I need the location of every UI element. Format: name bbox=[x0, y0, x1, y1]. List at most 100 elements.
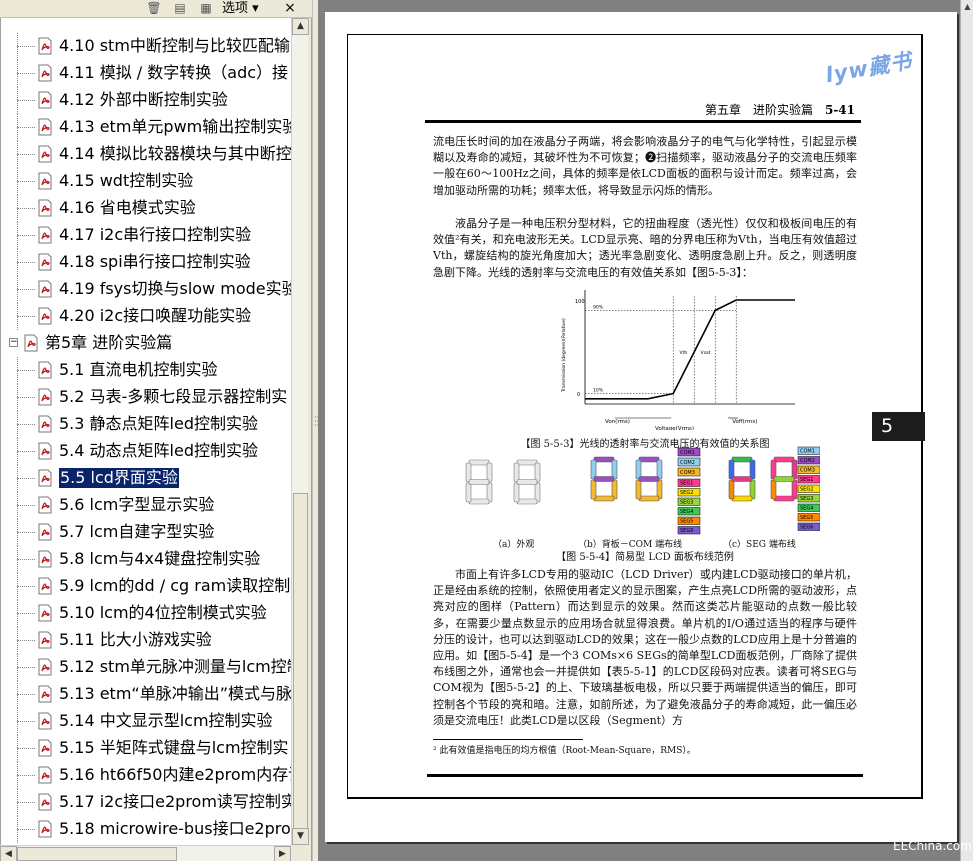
pdf-page-icon bbox=[38, 361, 52, 379]
bookmark-label: 5.8 lcm与4x4键盘控制实验 bbox=[59, 549, 261, 568]
bookmark-item[interactable]: 5.6 lcm字型显示实验 bbox=[1, 492, 291, 519]
bookmark-item[interactable]: 4.20 i2c接口唤醒功能实验 bbox=[1, 303, 291, 330]
bookmark-item[interactable]: 4.16 省电模式实验 bbox=[1, 195, 291, 222]
doc-scroll-up-button[interactable]: ▲ bbox=[961, 0, 973, 14]
bookmark-item[interactable]: 4.14 模拟比较器模块与其中断控 bbox=[1, 141, 291, 168]
bookmark-item[interactable]: 5.17 i2c接口e2prom读写控制实 bbox=[1, 789, 291, 816]
bookmark-properties-icon[interactable]: ▦ bbox=[198, 1, 214, 16]
bookmark-item[interactable]: 5.16 ht66f50内建e2prom内存读 bbox=[1, 762, 291, 789]
close-pane-button[interactable]: × bbox=[283, 0, 297, 17]
bookmark-label: 5.15 半矩阵式键盘与lcm控制实 bbox=[59, 738, 289, 757]
bookmark-label: 5.5 lcd界面实验 bbox=[59, 468, 179, 488]
bookmark-expand-icon[interactable]: ▤ bbox=[172, 1, 188, 16]
bookmark-vertical-scrollbar[interactable]: ▲ ▼ bbox=[291, 18, 309, 845]
bookmark-item[interactable]: 4.10 stm中断控制与比较匹配输 bbox=[1, 33, 291, 60]
tree-connector bbox=[17, 748, 35, 749]
splitter-grip-icon: ·· ·· ·· bbox=[314, 413, 320, 430]
y-axis-label: Transmission (degrees)(Relative) bbox=[561, 318, 567, 393]
pdf-page-icon bbox=[38, 496, 52, 514]
bookmark-chapter[interactable]: − 第5章 进阶实验篇 bbox=[1, 330, 291, 357]
pdf-page-icon bbox=[38, 712, 52, 730]
bookmark-label: 4.20 i2c接口唤醒功能实验 bbox=[59, 306, 252, 325]
pdf-page: lyw藏书 第五章 进阶实验篇 5-41 流电压长时间的加在液晶分子两端，将会影响… bbox=[325, 12, 957, 842]
bookmark-label: 5.17 i2c接口e2prom读写控制实 bbox=[59, 792, 291, 811]
com-segment bbox=[593, 456, 615, 463]
pane-splitter[interactable]: ·· ·· ·· bbox=[312, 0, 319, 861]
bookmark-label: 5.10 lcm的4位控制模式实验 bbox=[59, 603, 267, 622]
pdf-page-icon bbox=[38, 631, 52, 649]
bookmark-item[interactable]: 4.15 wdt控制实验 bbox=[1, 168, 291, 195]
seg-segment bbox=[728, 479, 735, 500]
segc-label: SEG1 bbox=[800, 477, 813, 483]
bookmark-item[interactable]: 5.5 lcd界面实验 bbox=[1, 465, 291, 492]
lcd-wiring-figure: COM1 COM2 COM3 SEG1 SEG2 SEG3 SEG4 SEG5 SEG6 COM… bbox=[465, 446, 820, 535]
pdf-page-icon bbox=[38, 577, 52, 595]
options-menu-button[interactable]: 选项 ▾ bbox=[222, 0, 259, 17]
com-segment bbox=[638, 495, 660, 502]
collapse-toggle-icon[interactable]: − bbox=[9, 338, 18, 347]
scroll-thumb[interactable] bbox=[293, 493, 308, 833]
lcd-segment bbox=[516, 498, 538, 505]
seg-segment bbox=[773, 476, 795, 482]
bookmark-item[interactable]: 5.1 直流电机控制实验 bbox=[1, 357, 291, 384]
seg-label: SEG1 bbox=[680, 481, 693, 487]
tree-connector bbox=[17, 505, 35, 506]
com-label: COM2 bbox=[680, 460, 695, 466]
seg-label: SEG2 bbox=[680, 490, 693, 496]
annotation-vth: Vth bbox=[680, 350, 688, 356]
bookmark-item[interactable]: 5.15 半矩阵式键盘与lcm控制实 bbox=[1, 735, 291, 762]
trash-icon[interactable]: 🗑 bbox=[146, 1, 162, 16]
bookmark-item[interactable]: 5.4 动态点矩阵led控制实验 bbox=[1, 438, 291, 465]
scroll-up-button[interactable]: ▲ bbox=[292, 18, 309, 35]
bookmark-item[interactable]: 5.10 lcm的4位控制模式实验 bbox=[1, 600, 291, 627]
bookmark-item[interactable]: 4.13 etm单元pwm输出控制实验 bbox=[1, 114, 291, 141]
com-segment bbox=[656, 459, 663, 480]
com-segment bbox=[593, 495, 615, 502]
tree-connector bbox=[17, 694, 35, 695]
lcd-segment bbox=[468, 498, 490, 505]
tree-connector bbox=[17, 532, 35, 533]
bookmark-item[interactable]: 5.9 lcm的dd / cg ram读取控制实 bbox=[1, 573, 291, 600]
lcd-segment bbox=[516, 479, 538, 485]
bookmark-horizontal-scrollbar[interactable]: ◀ ▶ bbox=[0, 845, 291, 861]
segc-label: SEG5 bbox=[800, 515, 813, 521]
hscroll-thumb[interactable] bbox=[17, 847, 177, 861]
bookmark-item[interactable]: 5.11 比大小游戏实验 bbox=[1, 627, 291, 654]
bookmark-item[interactable]: 5.3 静态点矩阵led控制实验 bbox=[1, 411, 291, 438]
bookmark-item[interactable]: 5.13 etm“单脉冲输出”模式与脉 bbox=[1, 681, 291, 708]
pdf-page-icon bbox=[38, 442, 52, 460]
bookmark-item[interactable]: 4.18 spi串行接口控制实验 bbox=[1, 249, 291, 276]
lcd-segment bbox=[465, 482, 472, 503]
bookmark-label: 4.13 etm单元pwm输出控制实验 bbox=[59, 117, 291, 136]
scroll-left-button[interactable]: ◀ bbox=[0, 846, 17, 861]
bookmark-item[interactable]: 4.12 外部中断控制实验 bbox=[1, 87, 291, 114]
y-tick-label: 90% bbox=[593, 304, 604, 310]
paragraph-2: 液晶分子是一种电压积分型材料，它的扭曲程度（透光性）仅仅和极板间电压的有效值²有… bbox=[433, 217, 857, 279]
document-vertical-scrollbar[interactable]: ▲ bbox=[960, 0, 973, 861]
segc-label: COM2 bbox=[800, 458, 815, 464]
bookmark-item[interactable]: 4.19 fsys切换与slow mode实验 bbox=[1, 276, 291, 303]
scroll-right-button[interactable]: ▶ bbox=[274, 846, 291, 861]
bookmark-item[interactable]: 5.18 microwire-bus接口e2prom bbox=[1, 816, 291, 843]
scroll-down-button[interactable]: ▼ bbox=[292, 828, 309, 845]
bookmark-item[interactable]: 4.17 i2c串行接口控制实验 bbox=[1, 222, 291, 249]
bookmark-item[interactable]: 5.8 lcm与4x4键盘控制实验 bbox=[1, 546, 291, 573]
pdf-page-icon bbox=[38, 739, 52, 757]
y-tick-label: 0 bbox=[577, 392, 580, 398]
bookmark-item[interactable]: 4.11 模拟 / 数字转换（adc）接 bbox=[1, 60, 291, 87]
bookmark-item[interactable]: 5.7 lcm自建字型实验 bbox=[1, 519, 291, 546]
bookmark-item[interactable]: 5.2 马表-多颗七段显示器控制实 bbox=[1, 384, 291, 411]
document-view[interactable]: lyw藏书 第五章 进阶实验篇 5-41 流电压长时间的加在液晶分子两端，将会影响… bbox=[319, 0, 960, 861]
tree-connector bbox=[17, 235, 35, 236]
bookmark-label: 5.4 动态点矩阵led控制实验 bbox=[59, 441, 258, 460]
bookmark-item[interactable]: 5.14 中文显示型lcm控制实验 bbox=[1, 708, 291, 735]
pdf-page-icon bbox=[38, 415, 52, 433]
com-label: COM3 bbox=[680, 470, 695, 476]
bookmark-item[interactable]: 5.12 stm单元脉冲测量与lcm控制 bbox=[1, 654, 291, 681]
pdf-page-icon bbox=[38, 550, 52, 568]
pdf-page-icon bbox=[38, 37, 52, 55]
footnote-rule bbox=[433, 739, 583, 740]
seg-segment bbox=[749, 459, 756, 480]
seg-segment bbox=[728, 459, 735, 480]
bookmark-label: 5.16 ht66f50内建e2prom内存读 bbox=[59, 765, 291, 784]
